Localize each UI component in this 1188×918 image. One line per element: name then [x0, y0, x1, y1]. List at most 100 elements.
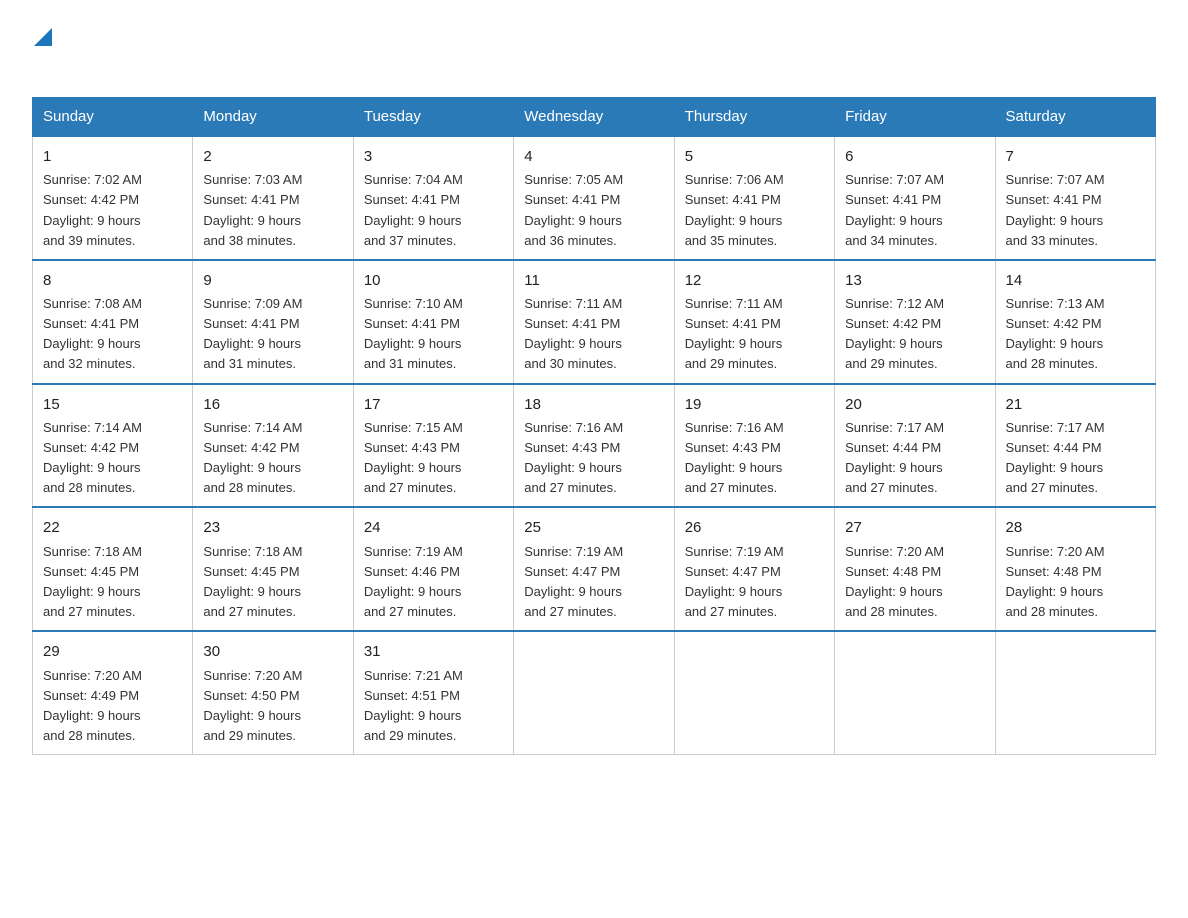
- weekday-header: Thursday: [674, 98, 834, 137]
- calendar-cell: 1 Sunrise: 7:02 AMSunset: 4:42 PMDaylight…: [33, 136, 193, 260]
- calendar-row: 15 Sunrise: 7:14 AMSunset: 4:42 PMDayligh…: [33, 384, 1156, 508]
- calendar-cell: 14Sunrise: 7:13 AMSunset: 4:42 PMDayligh…: [995, 260, 1155, 384]
- calendar-cell: 10 Sunrise: 7:10 AMSunset: 4:41 PMDayligh…: [353, 260, 513, 384]
- calendar-row: 8 Sunrise: 7:08 AMSunset: 4:41 PMDaylight…: [33, 260, 1156, 384]
- day-number: 12: [685, 269, 824, 292]
- day-info: Sunrise: 7:21 AMSunset: 4:51 PMDaylight:…: [364, 668, 463, 743]
- day-info: Sunrise: 7:02 AMSunset: 4:42 PMDaylight:…: [43, 172, 142, 247]
- day-info: Sunrise: 7:18 AMSunset: 4:45 PMDaylight:…: [43, 544, 142, 619]
- page-header: [32, 24, 1156, 77]
- day-number: 3: [364, 145, 503, 168]
- calendar-cell: 27 Sunrise: 7:20 AMSunset: 4:48 PMDayligh…: [835, 507, 995, 631]
- day-number: 2: [203, 145, 342, 168]
- calendar-cell: 28Sunrise: 7:20 AMSunset: 4:48 PMDayligh…: [995, 507, 1155, 631]
- day-number: 18: [524, 393, 663, 416]
- calendar-cell: 4Sunrise: 7:05 AMSunset: 4:41 PMDaylight…: [514, 136, 674, 260]
- day-number: 22: [43, 516, 182, 539]
- weekday-header: Saturday: [995, 98, 1155, 137]
- day-info: Sunrise: 7:08 AMSunset: 4:41 PMDaylight:…: [43, 296, 142, 371]
- calendar-cell: 23Sunrise: 7:18 AMSunset: 4:45 PMDayligh…: [193, 507, 353, 631]
- weekday-header: Tuesday: [353, 98, 513, 137]
- day-number: 14: [1006, 269, 1145, 292]
- day-number: 11: [524, 269, 663, 292]
- day-number: 21: [1006, 393, 1145, 416]
- logo: [32, 24, 52, 77]
- calendar-cell: 8 Sunrise: 7:08 AMSunset: 4:41 PMDaylight…: [33, 260, 193, 384]
- weekday-header: Monday: [193, 98, 353, 137]
- calendar-cell: 9 Sunrise: 7:09 AMSunset: 4:41 PMDaylight…: [193, 260, 353, 384]
- calendar-cell: 19 Sunrise: 7:16 AMSunset: 4:43 PMDayligh…: [674, 384, 834, 508]
- day-info: Sunrise: 7:20 AMSunset: 4:50 PMDaylight:…: [203, 668, 302, 743]
- day-info: Sunrise: 7:12 AMSunset: 4:42 PMDaylight:…: [845, 296, 944, 371]
- day-info: Sunrise: 7:17 AMSunset: 4:44 PMDaylight:…: [845, 420, 944, 495]
- day-number: 20: [845, 393, 984, 416]
- calendar-cell: [674, 631, 834, 754]
- day-number: 28: [1006, 516, 1145, 539]
- calendar-cell: 25 Sunrise: 7:19 AMSunset: 4:47 PMDayligh…: [514, 507, 674, 631]
- day-number: 1: [43, 145, 182, 168]
- day-number: 5: [685, 145, 824, 168]
- calendar-cell: 20 Sunrise: 7:17 AMSunset: 4:44 PMDayligh…: [835, 384, 995, 508]
- calendar-row: 22 Sunrise: 7:18 AMSunset: 4:45 PMDayligh…: [33, 507, 1156, 631]
- calendar-row: 29Sunrise: 7:20 AMSunset: 4:49 PMDayligh…: [33, 631, 1156, 754]
- day-info: Sunrise: 7:07 AMSunset: 4:41 PMDaylight:…: [1006, 172, 1105, 247]
- day-info: Sunrise: 7:04 AMSunset: 4:41 PMDaylight:…: [364, 172, 463, 247]
- day-number: 6: [845, 145, 984, 168]
- calendar-cell: 18 Sunrise: 7:16 AMSunset: 4:43 PMDayligh…: [514, 384, 674, 508]
- calendar-row: 1 Sunrise: 7:02 AMSunset: 4:42 PMDaylight…: [33, 136, 1156, 260]
- day-info: Sunrise: 7:19 AMSunset: 4:47 PMDaylight:…: [524, 544, 623, 619]
- calendar-cell: 29Sunrise: 7:20 AMSunset: 4:49 PMDayligh…: [33, 631, 193, 754]
- day-info: Sunrise: 7:16 AMSunset: 4:43 PMDaylight:…: [685, 420, 784, 495]
- day-number: 27: [845, 516, 984, 539]
- calendar-cell: 11Sunrise: 7:11 AMSunset: 4:41 PMDayligh…: [514, 260, 674, 384]
- calendar-cell: 3 Sunrise: 7:04 AMSunset: 4:41 PMDaylight…: [353, 136, 513, 260]
- day-number: 26: [685, 516, 824, 539]
- day-number: 31: [364, 640, 503, 663]
- day-info: Sunrise: 7:19 AMSunset: 4:47 PMDaylight:…: [685, 544, 784, 619]
- calendar-header-row: SundayMondayTuesdayWednesdayThursdayFrid…: [33, 98, 1156, 137]
- calendar-cell: 2 Sunrise: 7:03 AMSunset: 4:41 PMDaylight…: [193, 136, 353, 260]
- calendar-cell: 26 Sunrise: 7:19 AMSunset: 4:47 PMDayligh…: [674, 507, 834, 631]
- calendar-cell: 31 Sunrise: 7:21 AMSunset: 4:51 PMDayligh…: [353, 631, 513, 754]
- day-info: Sunrise: 7:20 AMSunset: 4:49 PMDaylight:…: [43, 668, 142, 743]
- calendar-cell: 17Sunrise: 7:15 AMSunset: 4:43 PMDayligh…: [353, 384, 513, 508]
- calendar-cell: 24 Sunrise: 7:19 AMSunset: 4:46 PMDayligh…: [353, 507, 513, 631]
- calendar-cell: 16Sunrise: 7:14 AMSunset: 4:42 PMDayligh…: [193, 384, 353, 508]
- day-number: 17: [364, 393, 503, 416]
- day-number: 4: [524, 145, 663, 168]
- day-number: 25: [524, 516, 663, 539]
- day-info: Sunrise: 7:14 AMSunset: 4:42 PMDaylight:…: [203, 420, 302, 495]
- day-info: Sunrise: 7:19 AMSunset: 4:46 PMDaylight:…: [364, 544, 463, 619]
- logo-icon: [34, 24, 52, 46]
- day-number: 10: [364, 269, 503, 292]
- calendar-cell: 7Sunrise: 7:07 AMSunset: 4:41 PMDaylight…: [995, 136, 1155, 260]
- weekday-header: Friday: [835, 98, 995, 137]
- calendar-body: 1 Sunrise: 7:02 AMSunset: 4:42 PMDaylight…: [33, 136, 1156, 755]
- day-info: Sunrise: 7:03 AMSunset: 4:41 PMDaylight:…: [203, 172, 302, 247]
- calendar-cell: 12 Sunrise: 7:11 AMSunset: 4:41 PMDayligh…: [674, 260, 834, 384]
- day-info: Sunrise: 7:17 AMSunset: 4:44 PMDaylight:…: [1006, 420, 1105, 495]
- day-info: Sunrise: 7:09 AMSunset: 4:41 PMDaylight:…: [203, 296, 302, 371]
- day-info: Sunrise: 7:14 AMSunset: 4:42 PMDaylight:…: [43, 420, 142, 495]
- day-info: Sunrise: 7:11 AMSunset: 4:41 PMDaylight:…: [685, 296, 783, 371]
- calendar-cell: [514, 631, 674, 754]
- day-number: 13: [845, 269, 984, 292]
- calendar-cell: 6Sunrise: 7:07 AMSunset: 4:41 PMDaylight…: [835, 136, 995, 260]
- day-number: 8: [43, 269, 182, 292]
- calendar-cell: 21 Sunrise: 7:17 AMSunset: 4:44 PMDayligh…: [995, 384, 1155, 508]
- calendar-table: SundayMondayTuesdayWednesdayThursdayFrid…: [32, 97, 1156, 755]
- day-number: 30: [203, 640, 342, 663]
- calendar-cell: 15 Sunrise: 7:14 AMSunset: 4:42 PMDayligh…: [33, 384, 193, 508]
- calendar-cell: 30 Sunrise: 7:20 AMSunset: 4:50 PMDayligh…: [193, 631, 353, 754]
- day-number: 19: [685, 393, 824, 416]
- calendar-cell: 13 Sunrise: 7:12 AMSunset: 4:42 PMDayligh…: [835, 260, 995, 384]
- day-number: 15: [43, 393, 182, 416]
- calendar-cell: 22 Sunrise: 7:18 AMSunset: 4:45 PMDayligh…: [33, 507, 193, 631]
- calendar-cell: [995, 631, 1155, 754]
- day-info: Sunrise: 7:20 AMSunset: 4:48 PMDaylight:…: [845, 544, 944, 619]
- day-info: Sunrise: 7:10 AMSunset: 4:41 PMDaylight:…: [364, 296, 463, 371]
- day-number: 9: [203, 269, 342, 292]
- day-info: Sunrise: 7:16 AMSunset: 4:43 PMDaylight:…: [524, 420, 623, 495]
- calendar-cell: 5Sunrise: 7:06 AMSunset: 4:41 PMDaylight…: [674, 136, 834, 260]
- day-number: 24: [364, 516, 503, 539]
